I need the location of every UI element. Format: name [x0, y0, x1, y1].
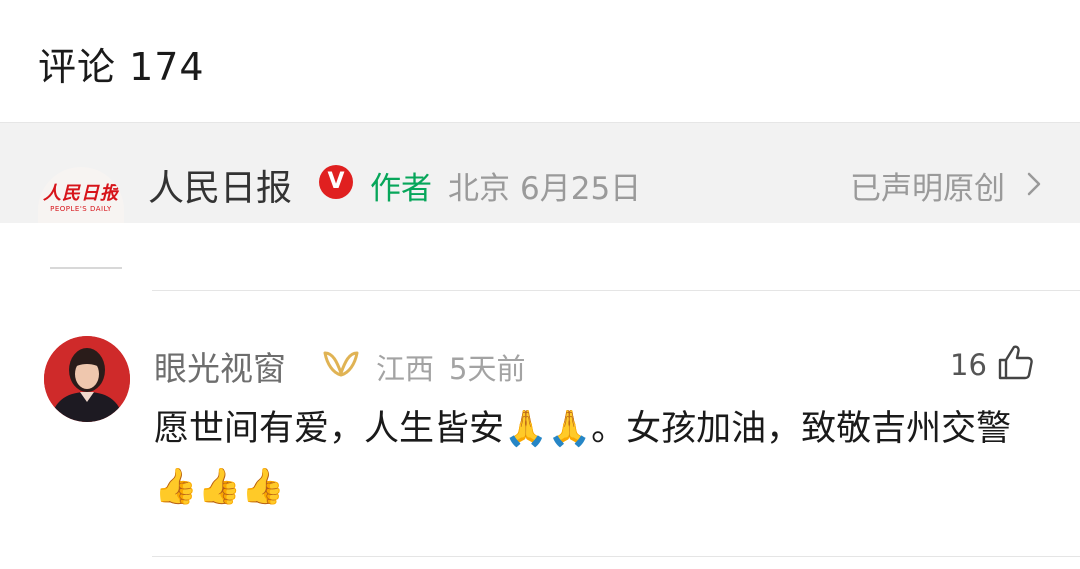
divider	[152, 290, 1080, 291]
author-tag: 作者	[370, 171, 432, 207]
comment-text: 愿世间有爱，人生皆安🙏🙏。女孩加油，致敬吉州交警👍👍👍	[154, 409, 1012, 507]
like-count: 16	[950, 348, 987, 382]
logo-text-zh: 人民日报	[43, 183, 119, 204]
author-bar[interactable]: 人民日报 PEOPLE'S DAILY 人民日报 V 作者 北京 6月25日 已…	[0, 122, 1080, 223]
vip-icon	[323, 351, 359, 377]
chevron-right-icon[interactable]	[1024, 171, 1044, 197]
original-statement-link[interactable]: 已声明原创	[850, 163, 1005, 208]
logo-shadow-line	[50, 267, 122, 269]
author-name[interactable]: 人民日报	[148, 159, 292, 211]
avatar-portrait	[44, 336, 130, 422]
commenter-name[interactable]: 眼光视窗	[154, 342, 286, 390]
comments-title: 评论 174	[38, 45, 205, 89]
comment-time: 5天前	[449, 352, 526, 386]
peoples-daily-logo: 人民日报 PEOPLE'S DAILY	[38, 167, 124, 223]
publish-date: 6月25日	[520, 171, 642, 207]
divider	[152, 556, 1080, 557]
verified-badge-icon: V	[319, 165, 353, 199]
comment-location: 江西	[376, 352, 435, 386]
avatar[interactable]	[44, 336, 130, 422]
thumbs-up-icon[interactable]	[996, 344, 1034, 382]
author-location: 北京	[448, 171, 510, 207]
logo-text-en: PEOPLE'S DAILY	[50, 205, 112, 213]
